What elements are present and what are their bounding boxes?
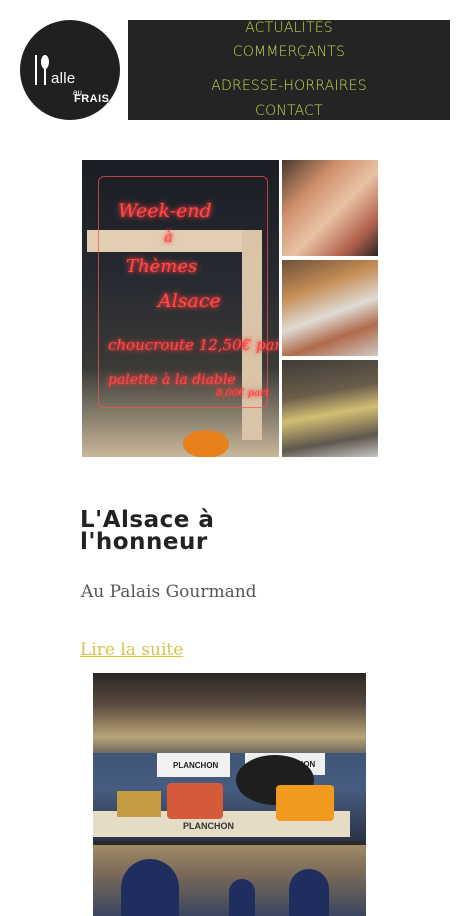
neon-text: Week-end bbox=[118, 200, 212, 222]
article-title[interactable]: L'Alsace à l'honneur bbox=[80, 509, 214, 555]
nav-item-commercants[interactable]: COMMERÇANTS bbox=[128, 44, 450, 60]
logo-text-frais: FRAIS bbox=[74, 93, 110, 105]
cheese-board-text: PLANCHON bbox=[183, 821, 234, 831]
cheese bbox=[167, 783, 223, 819]
cheese bbox=[276, 785, 334, 821]
neon-text: Thèmes bbox=[126, 256, 198, 277]
nav-item-actualites[interactable]: ACTUALITÉS bbox=[128, 20, 450, 36]
neon-text: 8,00€ part bbox=[216, 388, 269, 399]
featured-image[interactable]: Week-end à Thèmes Alsace choucroute 12,5… bbox=[82, 160, 378, 457]
article-excerpt: Au Palais Gourmand bbox=[81, 582, 257, 602]
player bbox=[121, 859, 179, 916]
cheese bbox=[117, 791, 161, 817]
main-nav: ACTUALITÉS COMMERÇANTS ADRESSE-HORRAIRES… bbox=[128, 20, 450, 120]
neon-sign-photo: Week-end à Thèmes Alsace choucroute 12,5… bbox=[82, 160, 279, 457]
logo-text-alle: alle bbox=[51, 70, 76, 87]
read-more-link[interactable]: Lire la suite bbox=[80, 640, 183, 660]
food-photo bbox=[282, 160, 378, 256]
sponsor-sign-text: PLANCHON bbox=[173, 761, 219, 770]
neon-text: à bbox=[164, 228, 173, 246]
nav-item-contact[interactable]: CONTACT bbox=[128, 103, 450, 119]
logo[interactable]: alle au FRAIS bbox=[20, 20, 120, 120]
player bbox=[229, 879, 255, 916]
neon-text: palette à la diable bbox=[108, 372, 236, 388]
gym-background bbox=[93, 673, 366, 753]
neon-text: Alsace bbox=[158, 290, 221, 312]
pumpkin bbox=[183, 430, 229, 457]
table-tennis-photo[interactable]: PLANCHON PLANCHON PLANCHON bbox=[93, 673, 366, 916]
food-photo bbox=[282, 260, 378, 356]
nav-item-adresse-horraires[interactable]: ADRESSE-HORRAIRES bbox=[128, 78, 450, 94]
player bbox=[289, 869, 329, 916]
article-title-line: l'honneur bbox=[80, 529, 208, 555]
fork-spoon-icon bbox=[35, 55, 49, 85]
food-photo bbox=[282, 360, 378, 457]
neon-text: choucroute 12,50€ part bbox=[108, 336, 279, 354]
